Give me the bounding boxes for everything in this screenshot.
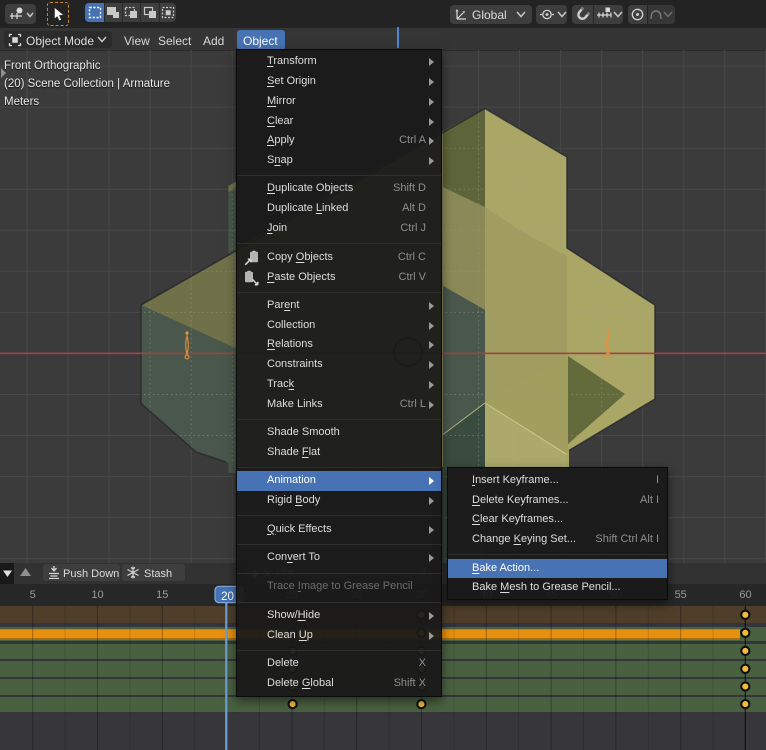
- svg-text:20: 20: [221, 591, 234, 603]
